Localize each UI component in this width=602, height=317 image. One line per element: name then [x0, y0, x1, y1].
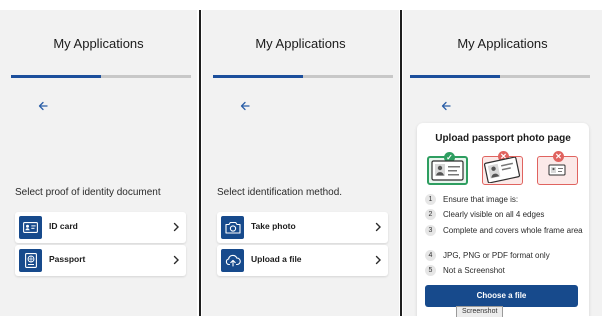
list-number: 5 — [425, 265, 436, 276]
sample-image-good: ✓ — [427, 152, 468, 185]
choose-file-button[interactable]: Choose a file — [425, 285, 578, 307]
progress-bar — [410, 75, 590, 78]
screen-select-document: My Applications Select proof of identity… — [0, 10, 197, 316]
screen-select-method: My Applications Select identification me… — [202, 10, 399, 316]
screenshot-tooltip: Screenshot — [456, 306, 504, 317]
list-number: 1 — [425, 194, 436, 205]
screen-divider — [199, 10, 201, 316]
sample-image-bad-tilted: ✕ — [482, 151, 523, 185]
option-take-photo[interactable]: Take photo — [217, 212, 388, 243]
progress-fill — [410, 75, 500, 78]
camera-icon — [221, 216, 244, 239]
document-prompt: Select proof of identity document — [15, 187, 161, 198]
chevron-right-icon — [173, 222, 179, 232]
list-number: 4 — [425, 250, 436, 261]
chevron-right-icon — [375, 222, 381, 232]
list-text: Not a Screenshot — [443, 266, 505, 275]
option-id-card[interactable]: ID card — [15, 212, 186, 243]
chevron-right-icon — [173, 255, 179, 265]
upload-card: Upload passport photo page ✓ ✕ ✕ 1 Ensur… — [417, 123, 589, 316]
list-text: Complete and covers whole frame area — [443, 226, 583, 235]
chevron-right-icon — [375, 255, 381, 265]
option-label: Upload a file — [251, 254, 302, 264]
arrow-left-icon[interactable] — [439, 99, 453, 113]
option-label: Take photo — [251, 221, 296, 231]
upload-icon — [221, 249, 244, 272]
arrow-left-icon[interactable] — [36, 99, 50, 113]
method-prompt: Select identification method. — [217, 187, 343, 198]
sample-image-bad-small: ✕ — [537, 151, 578, 185]
passport-icon — [19, 249, 42, 272]
option-label: Passport — [49, 254, 86, 264]
screen-divider — [400, 10, 402, 316]
page-title: My Applications — [53, 36, 144, 51]
page-title: My Applications — [255, 36, 346, 51]
option-upload-file[interactable]: Upload a file — [217, 245, 388, 276]
option-passport[interactable]: Passport — [15, 245, 186, 276]
progress-fill — [11, 75, 101, 78]
passport-sample-icon — [548, 164, 566, 176]
list-text: Clearly visible on all 4 edges — [443, 210, 545, 219]
progress-bar — [213, 75, 393, 78]
screen-upload-passport: My Applications Upload passport photo pa… — [403, 10, 602, 316]
list-text: JPG, PNG or PDF format only — [443, 251, 550, 260]
list-text: Ensure that image is: — [443, 195, 519, 204]
progress-bar — [11, 75, 191, 78]
arrow-left-icon[interactable] — [238, 99, 252, 113]
passport-sample-icon — [483, 157, 521, 183]
card-title: Upload passport photo page — [435, 133, 571, 144]
option-label: ID card — [49, 221, 78, 231]
passport-sample-icon — [431, 160, 464, 181]
page-title: My Applications — [457, 36, 548, 51]
list-number: 3 — [425, 225, 436, 236]
list-number: 2 — [425, 209, 436, 220]
progress-fill — [213, 75, 303, 78]
id-card-icon — [19, 216, 42, 239]
